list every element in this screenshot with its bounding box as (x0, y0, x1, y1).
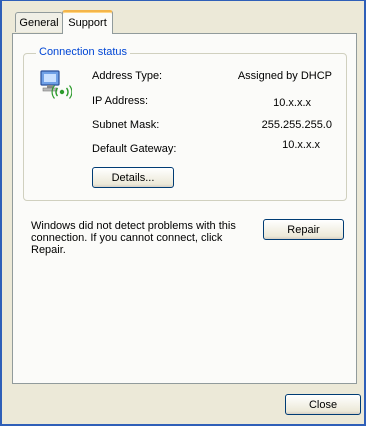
connection-status-title: Connection status (36, 46, 131, 58)
network-connection-icon (38, 68, 73, 102)
tab-support-label: Support (68, 17, 107, 29)
details-button-label: Details... (111, 171, 155, 184)
ip-address-label: IP Address: (92, 95, 149, 107)
close-button-label: Close (308, 398, 338, 411)
tab-general[interactable]: General (15, 12, 63, 32)
default-gateway-label: Default Gateway: (92, 143, 177, 155)
network-status-dialog: General Support Connection status Addres… (0, 0, 366, 426)
repair-button-label: Repair (287, 223, 320, 236)
details-button[interactable]: Details... (92, 167, 174, 188)
support-tab-panel: Connection status Address Type: Assigned… (12, 33, 357, 384)
tab-support[interactable]: Support (62, 10, 113, 34)
connection-status-group: Address Type: Assigned by DHCP IP Addres… (23, 53, 347, 201)
default-gateway-value: 10.x.x.x (282, 139, 320, 151)
tab-general-label: General (19, 16, 59, 29)
subnet-mask-label: Subnet Mask: (92, 119, 160, 131)
diagnostic-message: Windows did not detect problems with thi… (31, 220, 236, 256)
address-type-label: Address Type: (92, 70, 163, 82)
repair-button[interactable]: Repair (263, 219, 344, 240)
ip-address-value: 10.x.x.x (273, 97, 311, 109)
address-type-value: Assigned by DHCP (237, 70, 332, 82)
close-button[interactable]: Close (285, 394, 361, 415)
subnet-mask-value: 255.255.255.0 (261, 119, 332, 131)
